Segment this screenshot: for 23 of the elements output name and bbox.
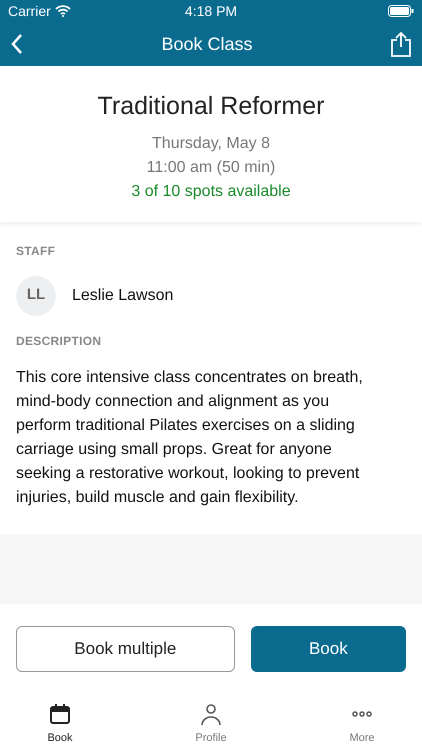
tab[interactable]: Profile (195, 730, 227, 746)
class-title: Traditional Reformer (96, 91, 326, 122)
tab[interactable]: More (349, 730, 375, 746)
avatar: LL (16, 276, 56, 316)
battery-icon (388, 5, 414, 17)
wifi-icon (54, 5, 71, 17)
screen-title: Book Class (161, 32, 253, 56)
person-icon[interactable] (199, 702, 223, 726)
staff-name[interactable]: Leslie Lawson (72, 284, 174, 308)
book-button[interactable]: Book (250, 626, 406, 672)
book-multiple-button[interactable]: Book multiple (16, 626, 235, 672)
description-text: This core intensive class concentrates on breath, mind-body connection and alignment as you perform traditional Pilates exercises on a sliding carriage using small props. Great for anyone seeking a restorative workout, looking to prevent injuries, build muscle and gain flexibility. (16, 368, 364, 508)
back-icon[interactable] (10, 33, 24, 55)
class-date: Thursday, May 8 (151, 134, 271, 154)
clock: 4:18 PM (184, 2, 238, 20)
section-heading: DESCRIPTION (16, 332, 102, 350)
availability-text: 3 of 10 spots available (130, 182, 292, 202)
class-time: 11:00 am (50 min) (146, 158, 276, 178)
section-heading: STAFF (16, 242, 56, 260)
calendar-icon[interactable] (48, 702, 72, 726)
share-icon[interactable] (390, 31, 412, 57)
carrier-label: Carrier (8, 2, 51, 20)
tab[interactable]: Book (47, 730, 73, 746)
